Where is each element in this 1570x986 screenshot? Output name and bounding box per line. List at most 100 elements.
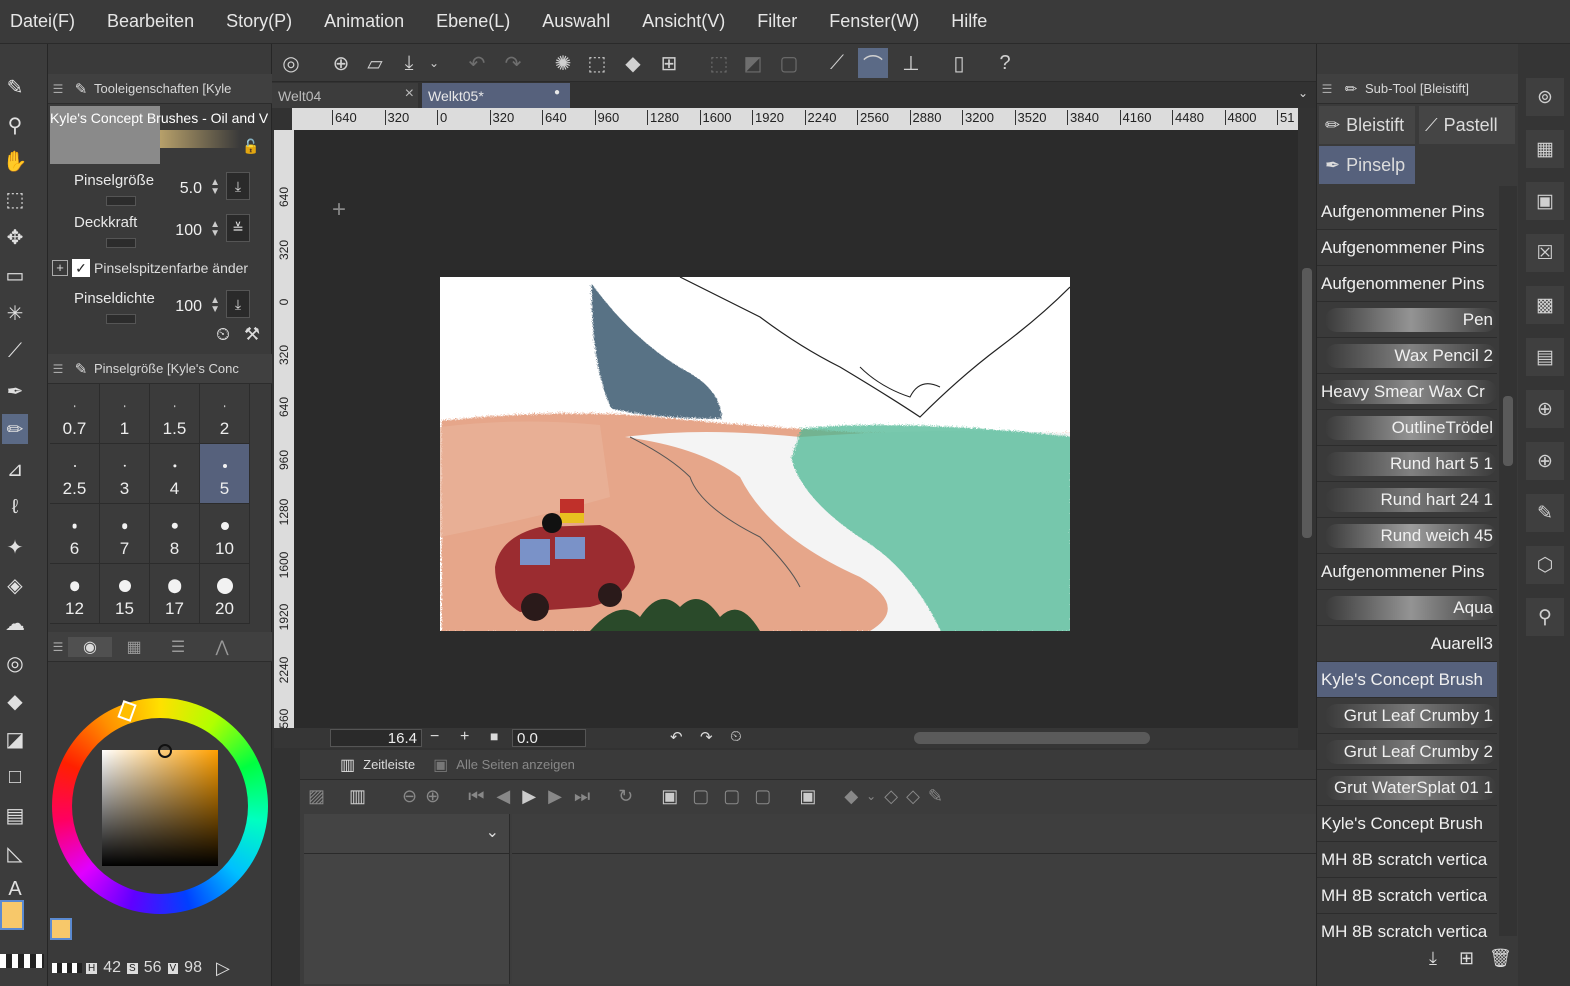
- brush-list-scrollbar[interactable]: [1499, 186, 1517, 936]
- keyframe-interp-icon[interactable]: ◇: [906, 786, 920, 807]
- new-file-icon[interactable]: ⊕: [326, 48, 356, 78]
- opacity-spinner[interactable]: ▲ ▼: [210, 220, 220, 239]
- brush-list-item[interactable]: Kyle's Concept Brush: [1317, 662, 1497, 698]
- sv-picker[interactable]: [158, 744, 172, 758]
- rotate-left-icon[interactable]: ↶: [670, 728, 683, 746]
- density-slider[interactable]: [106, 314, 136, 324]
- zoom-in-icon[interactable]: +: [460, 728, 469, 746]
- color-slider-tab-icon[interactable]: ☰: [156, 637, 200, 657]
- canvas-area[interactable]: +: [294, 130, 1298, 728]
- tab-welt04[interactable]: Welt04 ×: [272, 83, 418, 108]
- lock-icon[interactable]: 🔓: [242, 138, 259, 155]
- timeline-select-chevron-icon[interactable]: ⌄: [304, 814, 509, 854]
- fill-tool-icon[interactable]: ◆: [2, 686, 28, 716]
- panel-menu-icon[interactable]: ☰: [48, 362, 68, 376]
- frame-tool-icon[interactable]: □: [2, 762, 28, 792]
- wrench-icon[interactable]: ⚒: [244, 324, 260, 345]
- crop-icon[interactable]: ▢: [774, 48, 804, 78]
- brush-list-item[interactable]: Rund hart 5 1: [1317, 446, 1497, 482]
- eraser-icon[interactable]: ◈: [2, 570, 28, 600]
- brush-size-cell[interactable]: 7: [100, 504, 150, 564]
- brush-list-item[interactable]: Kyle's Concept Brush: [1317, 806, 1497, 842]
- first-frame-icon[interactable]: ⏮: [468, 786, 484, 807]
- eyedropper-icon[interactable]: ⟋: [2, 336, 28, 366]
- device-icon[interactable]: ▯: [944, 48, 974, 78]
- new-cel-icon[interactable]: ▣: [661, 786, 678, 807]
- brush-size-cell[interactable]: 0.7: [50, 384, 100, 444]
- panel-menu-icon[interactable]: ☰: [1317, 82, 1337, 96]
- pen-nib-icon[interactable]: ✒: [2, 376, 28, 406]
- brush-size-cell[interactable]: 12: [50, 564, 100, 624]
- save-icon[interactable]: ⤓: [394, 48, 424, 78]
- brush-list-item[interactable]: Wax Pencil 2: [1317, 338, 1497, 374]
- color-wheel-tab-icon[interactable]: ◉: [68, 636, 112, 657]
- prev-frame-icon[interactable]: ◀: [496, 786, 510, 807]
- pencil-tool-icon[interactable]: ✏: [2, 414, 28, 444]
- brush-list-item[interactable]: MH 8B scratch vertica: [1317, 914, 1497, 942]
- brush-list-item[interactable]: Aufgenommener Pins: [1317, 230, 1497, 266]
- brush-list-item[interactable]: MH 8B scratch vertica: [1317, 878, 1497, 914]
- brush-list-item[interactable]: Grut WaterSplat 01 1: [1317, 770, 1497, 806]
- menu-hilfe[interactable]: Hilfe: [951, 11, 987, 32]
- timeline-label[interactable]: Zeitleiste: [363, 757, 415, 772]
- next-frame-icon[interactable]: ▶: [548, 786, 562, 807]
- brush-size-cell[interactable]: 1.5: [150, 384, 200, 444]
- brush-size-spinner[interactable]: ▲ ▼: [210, 178, 220, 197]
- navigator-dock-icon[interactable]: ⊚: [1526, 78, 1564, 116]
- brush-list-item[interactable]: Aufgenommener Pins: [1317, 554, 1497, 590]
- new-timeline-icon[interactable]: ▨: [308, 786, 325, 807]
- duplicate-subtool-icon[interactable]: ⊞: [1459, 948, 1474, 969]
- reset-rotation-icon[interactable]: ⏲: [730, 728, 742, 745]
- brush-list-item[interactable]: Rund hart 24 1: [1317, 482, 1497, 518]
- brush-size-cell[interactable]: 20: [200, 564, 250, 624]
- new-folder-cel-icon[interactable]: ▢: [692, 786, 709, 807]
- horizontal-scrollbar-thumb[interactable]: [914, 732, 1150, 744]
- group-pinsel[interactable]: ✒ Pinselp: [1319, 146, 1415, 184]
- airbrush-icon[interactable]: ⊿: [2, 454, 28, 484]
- object-tool-icon[interactable]: ⬚: [2, 184, 28, 214]
- menu-animation[interactable]: Animation: [324, 11, 404, 32]
- loading-icon[interactable]: ✺: [548, 48, 578, 78]
- tab-welkt05[interactable]: Welkt05* ●: [422, 83, 570, 108]
- clear-outside-icon[interactable]: ⬚: [704, 48, 734, 78]
- brush-size-cell[interactable]: 10: [200, 504, 250, 564]
- loop-icon[interactable]: ↻: [618, 786, 633, 807]
- menu-fenster[interactable]: Fenster(W): [829, 11, 919, 32]
- globe2-dock-icon[interactable]: ⊕: [1526, 442, 1564, 480]
- snap-grid-icon[interactable]: ⊥: [896, 48, 926, 78]
- decoration-icon[interactable]: ✦: [2, 532, 28, 562]
- timeline-frames[interactable]: [512, 814, 1316, 984]
- auto-select-icon[interactable]: ✳: [2, 298, 28, 328]
- brush-size-cell[interactable]: 8: [150, 504, 200, 564]
- tip-color-checkbox[interactable]: ✓: [72, 259, 90, 277]
- menu-story[interactable]: Story(P): [226, 11, 292, 32]
- brush-size-cell[interactable]: 2: [200, 384, 250, 444]
- material-dock-icon[interactable]: ▦: [1526, 130, 1564, 168]
- play-icon[interactable]: ▶: [522, 786, 536, 807]
- undo-icon[interactable]: ↶: [462, 48, 492, 78]
- group-pastell[interactable]: ⟋ Pastell: [1419, 106, 1515, 144]
- blend-tool-icon[interactable]: ☁: [2, 608, 28, 638]
- expand-icon[interactable]: +: [52, 260, 68, 276]
- brush-size-cell[interactable]: 1: [100, 384, 150, 444]
- brush-list-item[interactable]: Aufgenommener Pins: [1317, 194, 1497, 230]
- opacity-pressure-button[interactable]: ≚: [226, 214, 250, 242]
- chevron-down-icon[interactable]: ⌄: [424, 48, 444, 78]
- pen-tool-icon[interactable]: ✎: [2, 72, 28, 102]
- globe-dock-icon[interactable]: ⊕: [1526, 390, 1564, 428]
- menu-auswahl[interactable]: Auswahl: [542, 11, 610, 32]
- brush-list-item[interactable]: Grut Leaf Crumby 1: [1317, 698, 1497, 734]
- density-pressure-button[interactable]: ⤓: [226, 290, 250, 318]
- menu-ebene[interactable]: Ebene(L): [436, 11, 510, 32]
- brush-size-cell[interactable]: 15: [100, 564, 150, 624]
- hand-tool-icon[interactable]: ✋: [2, 146, 28, 176]
- color-mode-icon[interactable]: ▷: [216, 958, 230, 979]
- fit-view-icon[interactable]: ■: [490, 728, 498, 744]
- brush-list-item[interactable]: Rund weich 45: [1317, 518, 1497, 554]
- panel-menu-icon[interactable]: ☰: [48, 640, 68, 654]
- select-all-icon[interactable]: ⬚: [582, 48, 612, 78]
- specify-cel-icon[interactable]: ▢: [723, 786, 740, 807]
- transparent-color-swatch[interactable]: [0, 954, 44, 968]
- saturation-value-square[interactable]: [102, 750, 218, 866]
- group-bleistift[interactable]: ✏ Bleistift: [1319, 106, 1415, 144]
